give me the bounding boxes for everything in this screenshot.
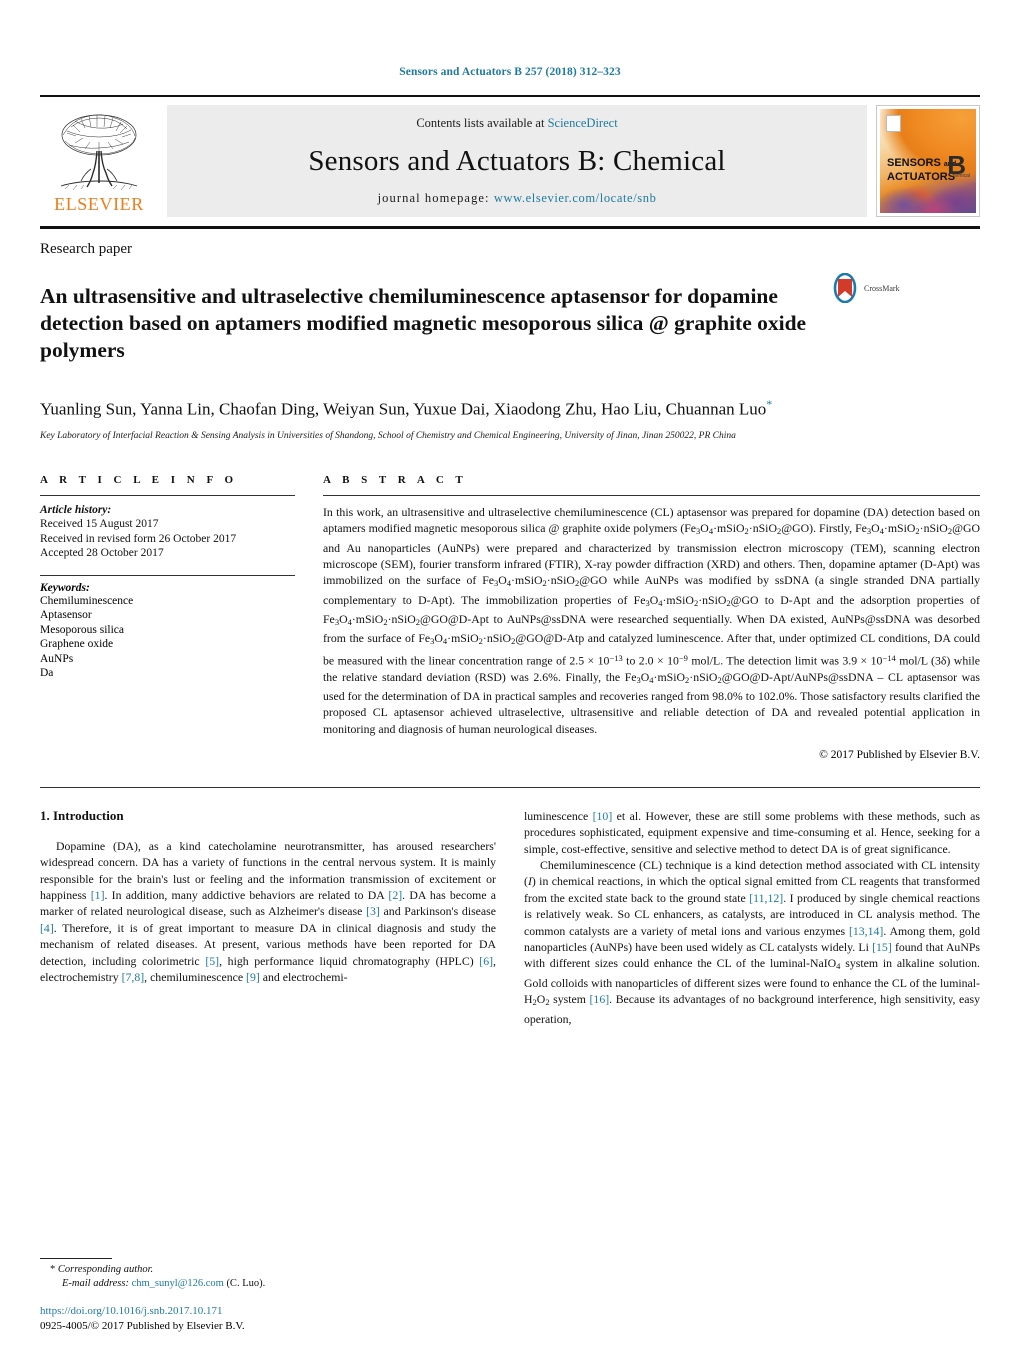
corresponding-author-label: Corresponding author.: [57, 1264, 154, 1275]
authors-names: Yuanling Sun, Yanna Lin, Chaofan Ding, W…: [40, 399, 767, 419]
article-page: Sensors and Actuators B 257 (2018) 312–3…: [0, 0, 1020, 1351]
abstract-text: In this work, an ultrasensitive and ultr…: [323, 504, 981, 736]
elsevier-logo: ELSEVIER: [40, 105, 158, 217]
article-history-label: Article history:: [40, 503, 112, 516]
article-title: An ultrasensitive and ultraselective che…: [40, 284, 807, 363]
crossmark-badge[interactable]: CrossMark: [830, 269, 930, 303]
corresponding-author-marker: *: [766, 396, 773, 411]
author-list: Yuanling Sun, Yanna Lin, Chaofan Ding, W…: [40, 393, 980, 421]
intro-paragraph-right-1: luminescence [10] et al. However, these …: [524, 808, 980, 856]
issn-copyright-line: 0925-4005/© 2017 Published by Elsevier B…: [40, 1319, 245, 1332]
intro-paragraph-left: Dopamine (DA), as a kind catecholamine n…: [40, 838, 497, 985]
keywords-block: Keywords: Chemiluminescence Aptasensor M…: [40, 582, 295, 681]
history-item: Accepted 28 October 2017: [40, 547, 164, 560]
homepage-url-link[interactable]: www.elsevier.com/locate/snb: [494, 191, 657, 205]
footnote-rule: [40, 1258, 112, 1259]
doi-link[interactable]: https://doi.org/10.1016/j.snb.2017.10.17…: [40, 1304, 245, 1319]
cover-series-sub: Chemical: [949, 173, 970, 180]
doi-block: https://doi.org/10.1016/j.snb.2017.10.17…: [40, 1304, 245, 1333]
crossmark-label: CrossMark: [864, 283, 900, 293]
cover-line2: ACTUATORS: [887, 170, 956, 183]
history-item: Received 15 August 2017: [40, 518, 159, 531]
journal-title: Sensors and Actuators B: Chemical: [308, 144, 726, 177]
corresponding-author-note: * Corresponding author.: [40, 1263, 500, 1277]
article-type-label: Research paper: [40, 241, 133, 257]
running-head: Sensors and Actuators B 257 (2018) 312–3…: [399, 66, 621, 78]
keyword-item: AuNPs: [40, 652, 74, 665]
cover-artwork: SENSORS and ACTUATORS B Chemical: [880, 109, 976, 213]
article-history-block: Article history: Received 15 August 2017…: [40, 503, 295, 561]
abstract-heading: A B S T R A C T: [323, 473, 468, 486]
cover-title-text: SENSORS and ACTUATORS: [887, 157, 956, 183]
keyword-item: Da: [40, 667, 54, 680]
contents-available-line: Contents lists available at ScienceDirec…: [416, 116, 617, 131]
info-abstract-block: A R T I C L E I N F O Article history: R…: [40, 474, 980, 761]
journal-masthead: ELSEVIER Contents lists available at Sci…: [40, 95, 980, 217]
history-item: Received in revised form 26 October 2017: [40, 532, 237, 545]
article-info-heading: A R T I C L E I N F O: [40, 473, 238, 486]
sciencedirect-link[interactable]: ScienceDirect: [548, 116, 618, 130]
contents-prefix: Contents lists available at: [416, 116, 548, 130]
elsevier-tree-icon: [60, 114, 138, 191]
keyword-item: Chemiluminescence: [40, 594, 134, 607]
title-row: An ultrasensitive and ultraselective che…: [40, 269, 980, 379]
abstract-copyright: © 2017 Published by Elsevier B.V.: [819, 748, 980, 761]
keywords-label: Keywords:: [40, 581, 90, 594]
journal-homepage-line: journal homepage: www.elsevier.com/locat…: [378, 191, 657, 206]
abstract-column: A B S T R A C T In this work, an ultrase…: [323, 474, 980, 761]
article-info-column: A R T I C L E I N F O Article history: R…: [40, 474, 295, 761]
cover-elsevier-mark: [886, 115, 901, 132]
article-info-rule-top: [40, 494, 295, 496]
section-separator-rule: [40, 786, 980, 788]
affiliation: Key Laboratory of Interfacial Reaction &…: [40, 430, 736, 441]
email-suffix: (C. Luo).: [226, 1278, 266, 1289]
keyword-item: Mesoporous silica: [40, 623, 125, 636]
body-columns: 1. Introduction Dopamine (DA), as a kind…: [40, 808, 980, 1028]
masthead-center: Contents lists available at ScienceDirec…: [167, 105, 867, 217]
crossmark-icon: [833, 273, 857, 303]
keyword-item: Aptasensor: [40, 609, 92, 622]
footnote-star: *: [50, 1264, 56, 1275]
body-column-left: 1. Introduction Dopamine (DA), as a kind…: [40, 808, 496, 1028]
email-label: E-mail address:: [62, 1278, 129, 1289]
abstract-rule: [323, 494, 980, 496]
footnote-block: * Corresponding author. E-mail address: …: [40, 1258, 500, 1291]
intro-paragraph-right-2: Chemiluminescence (CL) technique is a ki…: [524, 858, 981, 1026]
masthead-bottom-rule: [40, 226, 980, 229]
body-column-right: luminescence [10] et al. However, these …: [524, 808, 980, 1028]
introduction-heading: 1. Introduction: [40, 807, 124, 823]
article-info-rule-mid: [40, 574, 295, 576]
cover-line1: SENSORS: [887, 156, 941, 169]
journal-cover-thumbnail: SENSORS and ACTUATORS B Chemical: [876, 105, 980, 217]
email-link[interactable]: chm_sunyl@126.com: [132, 1278, 224, 1289]
elsevier-wordmark: ELSEVIER: [54, 194, 144, 214]
email-note: E-mail address: chm_sunyl@126.com (C. Lu…: [40, 1277, 500, 1291]
homepage-prefix: journal homepage:: [377, 191, 494, 205]
keyword-item: Graphene oxide: [40, 638, 114, 651]
